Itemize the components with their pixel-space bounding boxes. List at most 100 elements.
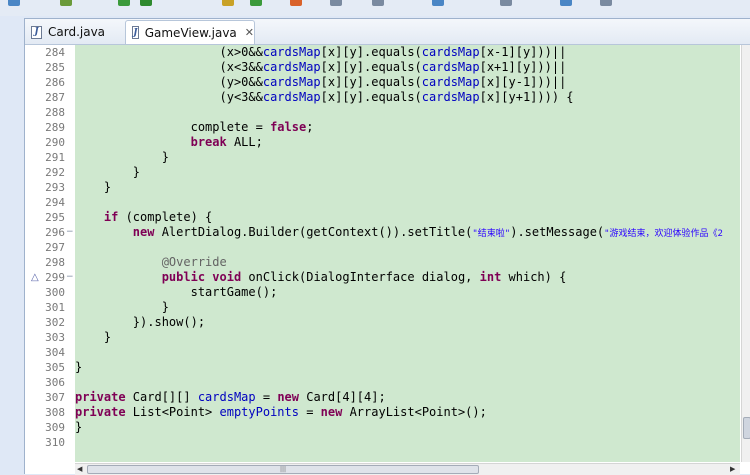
code-line[interactable]: } xyxy=(75,300,740,315)
code-line[interactable]: } xyxy=(75,150,740,165)
line-number: 305 xyxy=(45,361,65,374)
code-token: } xyxy=(75,180,112,194)
vertical-scroll-thumb[interactable] xyxy=(743,417,750,439)
fold-collapse-icon[interactable]: − xyxy=(66,225,74,240)
code-token: [x][y+1]))) { xyxy=(479,90,574,104)
code-token: } xyxy=(75,300,169,314)
code-line[interactable] xyxy=(75,195,740,210)
code-token: = xyxy=(255,390,278,404)
toolbar-icon[interactable] xyxy=(432,0,444,6)
toolbar-icon[interactable] xyxy=(600,0,612,6)
line-number: 306 xyxy=(45,376,65,389)
line-number: 284 xyxy=(45,46,65,59)
toolbar-icon[interactable] xyxy=(330,0,342,6)
code-token: (y>0&& xyxy=(75,75,263,89)
code-token: cardsMap xyxy=(421,90,480,104)
code-line[interactable]: } xyxy=(75,330,740,345)
toolbar-icon[interactable] xyxy=(250,0,262,6)
code-line[interactable]: private List<Point> emptyPoints = new Ar… xyxy=(75,405,740,420)
code-token: = xyxy=(298,405,321,419)
code-token: } xyxy=(75,360,83,374)
code-line[interactable]: }).show(); xyxy=(75,315,740,330)
code-line[interactable] xyxy=(75,105,740,120)
code-line[interactable]: startGame(); xyxy=(75,285,740,300)
code-line[interactable]: (y<3&&cardsMap[x][y].equals(cardsMap[x][… xyxy=(75,90,740,105)
code-token: int xyxy=(479,270,502,284)
code-token: break xyxy=(190,135,227,149)
code-line[interactable]: public void onClick(DialogInterface dial… xyxy=(75,270,740,285)
code-token: which) { xyxy=(501,270,567,284)
code-token: @Override xyxy=(75,255,227,269)
close-icon[interactable]: ✕ xyxy=(245,26,254,39)
vertical-scrollbar[interactable] xyxy=(741,45,750,462)
code-token: onClick(DialogInterface dialog, xyxy=(241,270,480,284)
code-token: } xyxy=(75,330,112,344)
fold-collapse-icon[interactable]: − xyxy=(66,270,74,285)
scroll-left-icon[interactable]: ◀ xyxy=(77,464,82,475)
toolbar-icon[interactable] xyxy=(500,0,512,6)
code-line[interactable] xyxy=(75,345,740,360)
toolbar-icon[interactable] xyxy=(222,0,234,6)
line-number: 288 xyxy=(45,106,65,119)
code-line[interactable]: } xyxy=(75,180,740,195)
code-line[interactable] xyxy=(75,375,740,390)
code-token: ; xyxy=(306,120,314,134)
code-line[interactable]: (x<3&&cardsMap[x][y].equals(cardsMap[x+1… xyxy=(75,60,740,75)
line-number: 307 xyxy=(45,391,65,404)
code-line[interactable]: new AlertDialog.Builder(getContext()).se… xyxy=(75,225,740,240)
code-editor[interactable]: (x>0&&cardsMap[x][y].equals(cardsMap[x-1… xyxy=(75,45,740,462)
line-number: 287 xyxy=(45,91,65,104)
toolbar-icon[interactable] xyxy=(372,0,384,6)
code-token: List<Point> xyxy=(125,405,220,419)
code-line[interactable]: (x>0&&cardsMap[x][y].equals(cardsMap[x-1… xyxy=(75,45,740,60)
code-line[interactable]: (y>0&&cardsMap[x][y].equals(cardsMap[x][… xyxy=(75,75,740,90)
java-file-icon: J xyxy=(132,26,139,39)
toolbar-icon[interactable] xyxy=(60,0,72,6)
code-token: cardsMap xyxy=(421,75,480,89)
code-token: false xyxy=(270,120,307,134)
code-line[interactable] xyxy=(75,240,740,255)
code-token: private xyxy=(75,390,126,404)
tab-label: GameView.java xyxy=(144,25,237,40)
code-token: "游戏结束，欢迎体验作品《2 xyxy=(604,229,723,239)
code-token: startGame(); xyxy=(75,285,278,299)
code-token: cardsMap xyxy=(421,45,480,59)
code-line[interactable] xyxy=(75,435,740,450)
code-token: } xyxy=(75,420,83,434)
code-token: ).setMessage( xyxy=(510,225,605,239)
code-token: cardsMap xyxy=(262,45,321,59)
line-number-ruler[interactable]: 284 285 286 287 288 289 290 291 292 293 294 295 296−… xyxy=(25,45,75,462)
line-number: 300 xyxy=(45,286,65,299)
code-line[interactable]: break ALL; xyxy=(75,135,740,150)
toolbar-strip xyxy=(0,0,750,16)
toolbar-icon[interactable] xyxy=(290,0,302,6)
code-token: [x][y].equals( xyxy=(320,90,422,104)
tab-gameview-java[interactable]: J GameView.java ✕ xyxy=(125,20,255,44)
line-number: 291 xyxy=(45,151,65,164)
line-number: 292 xyxy=(45,166,65,179)
code-token: (y<3&& xyxy=(75,90,263,104)
line-number: 295 xyxy=(45,211,65,224)
line-number: 294 xyxy=(45,196,65,209)
code-line[interactable]: if (complete) { xyxy=(75,210,740,225)
toolbar-icon[interactable] xyxy=(8,0,20,6)
scroll-right-icon[interactable]: ▶ xyxy=(730,464,735,475)
code-token: (x>0&& xyxy=(75,45,263,59)
code-token: [x][y].equals( xyxy=(320,45,422,59)
code-line[interactable]: complete = false; xyxy=(75,120,740,135)
run-icon[interactable] xyxy=(118,0,130,6)
toolbar-icon[interactable] xyxy=(560,0,572,6)
code-line[interactable]: } xyxy=(75,165,740,180)
code-line[interactable]: private Card[][] cardsMap = new Card[4][… xyxy=(75,390,740,405)
debug-icon[interactable] xyxy=(140,0,152,6)
horizontal-scrollbar[interactable]: ◀ ||| ▶ xyxy=(75,463,740,475)
tab-card-java[interactable]: J Card.java xyxy=(25,21,120,43)
override-marker-icon[interactable]: △ xyxy=(31,270,39,285)
code-line[interactable]: } xyxy=(75,360,740,375)
code-line[interactable]: @Override xyxy=(75,255,740,270)
code-token: cardsMap xyxy=(262,75,321,89)
code-line[interactable]: } xyxy=(75,420,740,435)
code-token: new xyxy=(132,225,155,239)
